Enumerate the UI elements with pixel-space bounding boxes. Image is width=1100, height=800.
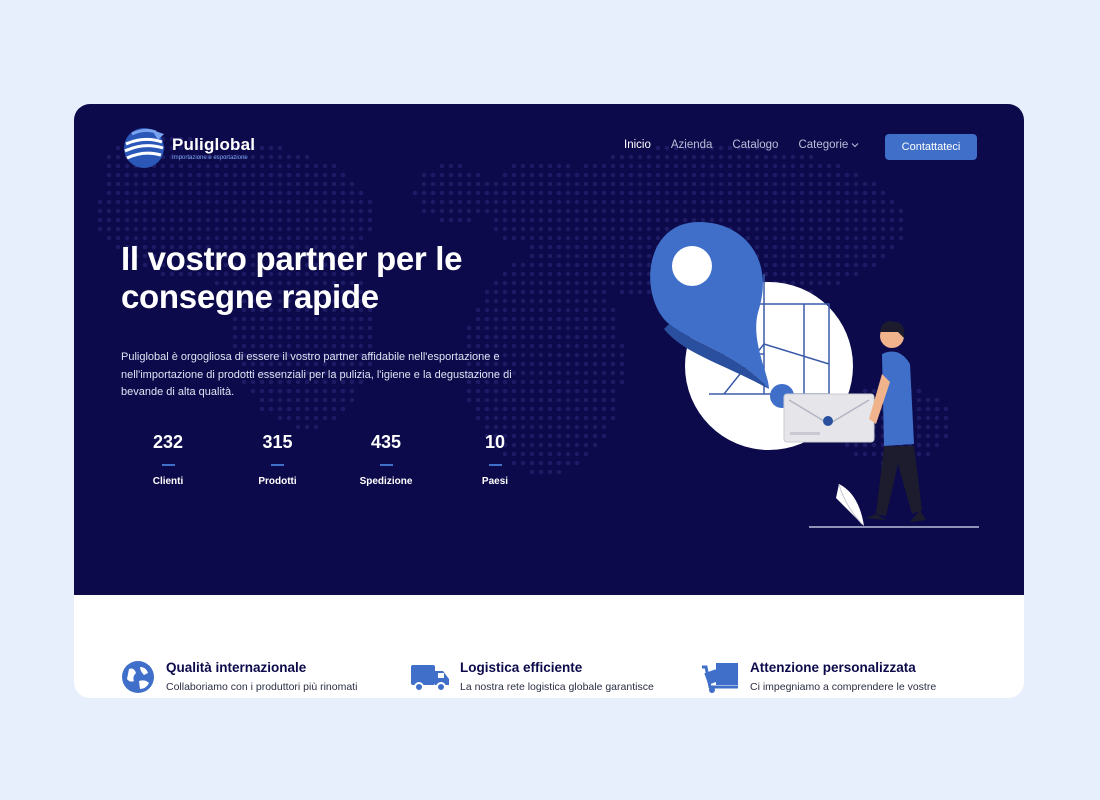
feature-text: La nostra rete logistica globale garanti… [460,681,654,693]
hand-truck-icon [702,663,738,693]
stat-divider [379,464,393,466]
feature-attention: Attenzione personalizzata Ci impegniamo … [700,659,980,695]
feature-logistics: Logistica efficiente La nostra rete logi… [410,659,700,695]
brand-logo[interactable]: Puliglobal Importazione e esportazione [122,126,255,170]
brand-name: Puliglobal [172,134,256,154]
globe-icon [122,661,154,693]
delivery-illustration [650,222,979,528]
stats-row: 232 Clienti 315 Prodotti 435 Spedizione … [121,431,558,487]
hero-description: Puliglobal è orgogliosa di essere il vos… [121,351,512,398]
chevron-down-icon [851,143,859,148]
stat-value: 315 [262,432,293,452]
stat-spedizione: 435 Spedizione [340,431,432,487]
stat-divider [271,464,284,466]
nav-item-inicio[interactable]: Inicio [624,139,651,151]
stat-label: Paesi [481,476,509,487]
nav-item-categorie[interactable]: Categorie [798,139,859,151]
stat-paesi: 10 Paesi [432,431,558,487]
nav-item-azienda[interactable]: Azienda [671,139,713,151]
hero-title: Il vostro partner per le consegne rapide [121,240,463,315]
hero-section: Puliglobal Importazione e esportazione I… [74,104,1024,595]
stat-divider [161,464,175,466]
feature-text: Ci impegniamo a comprendere le vostre [750,681,937,693]
features-row: Qualità internazionale Collaboriamo con … [120,659,1000,695]
feature-title: Qualità internazionale [166,660,307,675]
stat-value: 10 [484,432,506,452]
feature-quality: Qualità internazionale Collaboriamo con … [120,659,410,695]
feature-title: Attenzione personalizzata [750,660,916,675]
stat-label: Prodotti [258,476,297,487]
feature-text: Collaboriamo con i produttori più rinoma… [166,681,358,693]
main-nav: Inicio Azienda Catalogo Categorie [624,139,879,151]
page-card: Puliglobal Importazione e esportazione I… [74,104,1024,698]
stat-clienti: 232 Clienti [121,431,215,487]
stat-prodotti: 315 Prodotti [215,431,340,487]
brand-tagline: Importazione e esportazione [172,154,248,161]
contact-button[interactable]: Contattateci [885,134,977,160]
truck-icon [411,665,449,692]
plant [836,484,864,526]
feature-title: Logistica efficiente [460,660,583,675]
globe-logo-icon [124,128,164,168]
stat-divider [488,464,502,466]
nav-item-catalogo[interactable]: Catalogo [732,139,778,151]
stat-label: Spedizione [359,476,413,487]
nav-item-categorie-label: Categorie [798,139,849,151]
stat-value: 435 [370,432,402,452]
person-legs [876,446,922,516]
person-shirt [882,351,914,446]
stat-label: Clienti [152,476,184,487]
stat-value: 232 [152,432,184,452]
